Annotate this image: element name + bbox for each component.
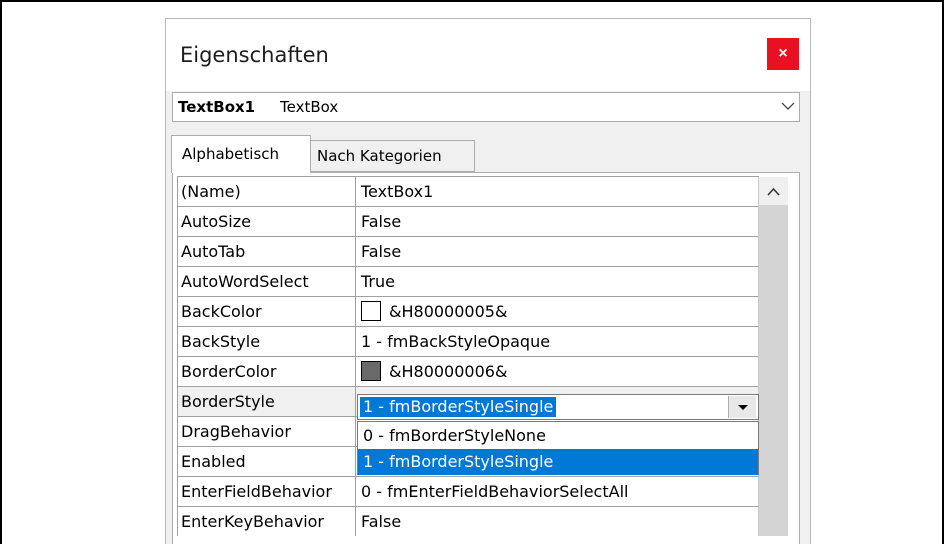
tab-label: Nach Kategorien [317, 147, 442, 165]
property-grid: (Name) TextBox1 AutoSize False AutoTab F… [177, 176, 759, 536]
property-name: BackColor [181, 302, 262, 321]
combo-dropdown-button[interactable] [728, 396, 756, 418]
title-bar: Eigenschaften × [166, 19, 810, 91]
color-swatch [361, 301, 381, 321]
tab-alphabetisch[interactable]: Alphabetisch [171, 135, 311, 173]
property-name: EnterKeyBehavior [181, 512, 324, 531]
property-value: False [361, 242, 402, 261]
property-name: BorderColor [181, 362, 277, 381]
property-value: &H80000005& [389, 302, 508, 321]
property-value: TextBox1 [361, 182, 434, 201]
property-row[interactable]: (Name) TextBox1 [178, 177, 759, 207]
color-swatch [361, 361, 381, 381]
window-title: Eigenschaften [180, 43, 329, 67]
property-row[interactable]: EnterKeyBehavior False [178, 507, 759, 536]
property-name: AutoWordSelect [181, 272, 309, 291]
property-name: EnterFieldBehavior [181, 482, 332, 501]
property-value: &H80000006& [389, 362, 508, 381]
column-divider [355, 327, 356, 357]
property-name: BackStyle [181, 332, 261, 351]
tab-label: Alphabetisch [182, 145, 280, 163]
combo-selected-value[interactable]: 1 - fmBorderStyleSingle [360, 397, 557, 417]
column-divider [355, 507, 356, 536]
column-divider [355, 387, 356, 417]
property-row[interactable]: AutoSize False [178, 207, 759, 237]
borderstyle-combo[interactable]: 1 - fmBorderStyleSingle [357, 394, 759, 420]
column-divider [355, 447, 356, 477]
property-name: DragBehavior [181, 422, 291, 441]
column-divider [355, 477, 356, 507]
vertical-scrollbar[interactable] [758, 177, 788, 536]
borderstyle-dropdown-list: 0 - fmBorderStyleNone 1 - fmBorderStyleS… [357, 421, 759, 475]
property-value: 0 - fmEnterFieldBehaviorSelectAll [361, 482, 629, 501]
property-row[interactable]: AutoTab False [178, 237, 759, 267]
chevron-down-icon [781, 102, 795, 110]
object-selector[interactable]: TextBox1 TextBox [172, 92, 800, 122]
property-value: True [361, 272, 395, 291]
column-divider [355, 417, 356, 447]
property-row[interactable]: BackStyle 1 - fmBackStyleOpaque [178, 327, 759, 357]
property-value: 1 - fmBackStyleOpaque [361, 332, 551, 351]
property-value: False [361, 212, 402, 231]
chevron-up-icon [767, 187, 780, 196]
dropdown-option[interactable]: 0 - fmBorderStyleNone [358, 423, 758, 449]
column-divider [355, 357, 356, 387]
column-divider [355, 177, 356, 207]
column-divider [355, 267, 356, 297]
scroll-up-button[interactable] [759, 177, 788, 205]
column-divider [355, 207, 356, 237]
property-name: Enabled [181, 452, 246, 471]
column-divider [355, 237, 356, 267]
column-divider [355, 297, 356, 327]
property-name: (Name) [181, 182, 241, 201]
property-name: AutoSize [181, 212, 251, 231]
tab-nach-kategorien[interactable]: Nach Kategorien [311, 140, 475, 172]
property-row[interactable]: BorderColor &H80000006& [178, 357, 759, 387]
property-row[interactable]: EnterFieldBehavior 0 - fmEnterFieldBehav… [178, 477, 759, 507]
dropdown-option-selected[interactable]: 1 - fmBorderStyleSingle [358, 449, 758, 475]
property-name: BorderStyle [181, 392, 275, 411]
property-row[interactable]: BackColor &H80000005& [178, 297, 759, 327]
dropdown-arrow-icon [738, 405, 748, 410]
property-value: False [361, 512, 402, 531]
close-icon: × [778, 45, 788, 62]
object-type: TextBox [280, 98, 339, 116]
property-row[interactable]: AutoWordSelect True [178, 267, 759, 297]
object-name: TextBox1 [178, 98, 256, 116]
close-button[interactable]: × [767, 38, 799, 70]
property-name: AutoTab [181, 242, 246, 261]
